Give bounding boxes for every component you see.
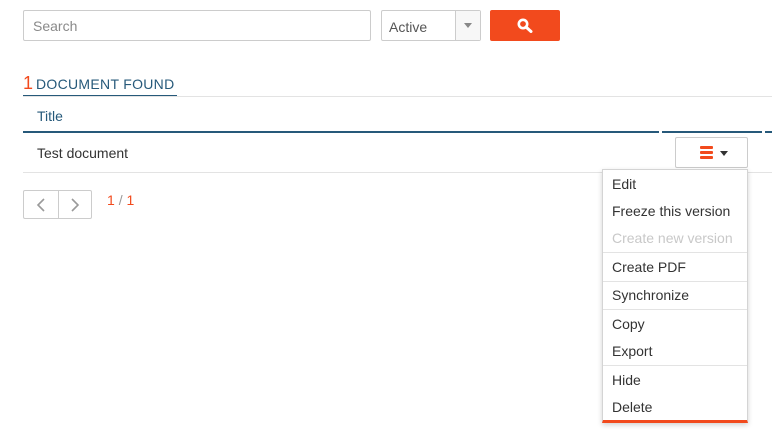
menu-divider xyxy=(603,252,747,253)
results-count: 1 xyxy=(23,73,34,93)
menu-item-freeze-version[interactable]: Freeze this version xyxy=(603,198,747,224)
page-current: 1 xyxy=(107,192,115,208)
table-row-title[interactable]: Test document xyxy=(37,145,128,161)
status-select-value: Active xyxy=(389,19,428,35)
status-select[interactable]: Active xyxy=(381,10,481,41)
menu-divider xyxy=(603,309,747,310)
page-indicator: 1 / 1 xyxy=(107,192,134,208)
status-select-toggle[interactable] xyxy=(455,11,480,40)
column-divider xyxy=(765,131,772,133)
chevron-right-icon xyxy=(71,198,80,212)
previous-page-button[interactable] xyxy=(24,191,59,218)
menu-item-synchronize[interactable]: Synchronize xyxy=(603,282,747,308)
search-input[interactable] xyxy=(23,10,371,41)
column-divider xyxy=(662,131,762,133)
menu-item-create-pdf[interactable]: Create PDF xyxy=(603,254,747,280)
search-icon xyxy=(517,18,533,33)
menu-item-create-new-version: Create new version xyxy=(612,230,733,246)
caret-down-icon xyxy=(464,23,472,28)
menu-bars-icon xyxy=(700,146,713,161)
caret-down-icon xyxy=(720,151,728,156)
chevron-left-icon xyxy=(36,198,45,212)
menu-item-delete[interactable]: Delete xyxy=(603,394,747,420)
menu-item-edit[interactable]: Edit xyxy=(603,171,747,197)
column-header-title[interactable]: Title xyxy=(37,108,63,124)
search-button[interactable] xyxy=(490,10,560,41)
results-count-header: 1 DOCUMENT FOUND xyxy=(23,73,177,97)
pagination-controls xyxy=(23,190,92,219)
results-label: DOCUMENT FOUND xyxy=(36,76,175,92)
row-actions-button[interactable] xyxy=(675,137,748,168)
header-divider xyxy=(23,96,772,97)
menu-item-hide[interactable]: Hide xyxy=(603,367,747,393)
menu-divider xyxy=(603,365,747,366)
page-separator: / xyxy=(118,192,123,208)
column-divider xyxy=(23,131,659,133)
menu-item-export[interactable]: Export xyxy=(603,338,747,364)
row-actions-menu: Edit Freeze this version Create new vers… xyxy=(602,169,748,423)
menu-item-copy[interactable]: Copy xyxy=(603,311,747,337)
page-total: 1 xyxy=(126,192,135,208)
next-page-button[interactable] xyxy=(58,191,92,218)
